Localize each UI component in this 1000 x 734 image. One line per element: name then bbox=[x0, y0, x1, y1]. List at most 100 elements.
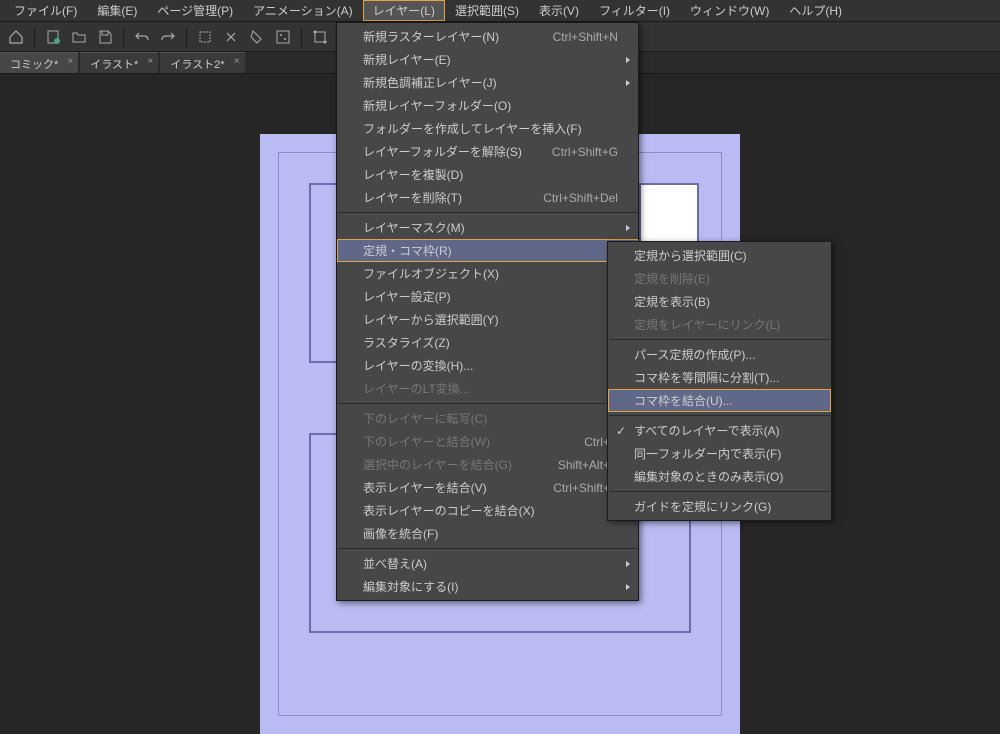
menubar: ファイル(F)編集(E)ページ管理(P)アニメーション(A)レイヤー(L)選択範… bbox=[0, 0, 1000, 22]
menu-item-label: 新規レイヤー(E) bbox=[363, 51, 451, 68]
menu-item[interactable]: レイヤーフォルダーを解除(S)Ctrl+Shift+G bbox=[337, 140, 638, 163]
menu-item[interactable]: レイヤーを複製(D) bbox=[337, 163, 638, 186]
menubar-item[interactable]: 編集(E) bbox=[87, 0, 147, 21]
menu-item-label: 編集対象にする(I) bbox=[363, 578, 458, 595]
menu-item-label: フォルダーを作成してレイヤーを挿入(F) bbox=[363, 120, 582, 137]
menu-separator bbox=[338, 548, 637, 549]
menu-item[interactable]: 表示レイヤーのコピーを結合(X) bbox=[337, 499, 638, 522]
menu-item-label: 表示レイヤーを結合(V) bbox=[363, 479, 487, 496]
menu-item[interactable]: ✓すべてのレイヤーで表示(A) bbox=[608, 419, 831, 442]
menu-item-label: 新規ラスターレイヤー(N) bbox=[363, 28, 499, 45]
save-icon[interactable] bbox=[93, 25, 117, 49]
menu-item[interactable]: レイヤーの変換(H)... bbox=[337, 354, 638, 377]
close-icon[interactable]: × bbox=[234, 56, 240, 67]
menu-item-label: 編集対象のときのみ表示(O) bbox=[634, 468, 783, 485]
menu-item-label: 同一フォルダー内で表示(F) bbox=[634, 445, 781, 462]
redo-icon[interactable] bbox=[156, 25, 180, 49]
menu-item[interactable]: 定規・コマ枠(R) bbox=[337, 239, 638, 262]
menu-item-label: 下のレイヤーと結合(W) bbox=[363, 433, 490, 450]
menu-item[interactable]: コマ枠を等間隔に分割(T)... bbox=[608, 366, 831, 389]
chevron-right-icon bbox=[624, 79, 632, 87]
close-icon[interactable]: × bbox=[67, 56, 73, 67]
menubar-item[interactable]: ウィンドウ(W) bbox=[680, 0, 779, 21]
menu-separator bbox=[609, 491, 830, 492]
undo-icon[interactable] bbox=[130, 25, 154, 49]
fill-icon[interactable] bbox=[245, 25, 269, 49]
chevron-right-icon bbox=[624, 583, 632, 591]
menu-separator bbox=[338, 403, 637, 404]
menu-item-label: 新規色調補正レイヤー(J) bbox=[363, 74, 497, 91]
menu-item-label: レイヤーの変換(H)... bbox=[363, 357, 473, 374]
menu-shortcut: Shift+Alt+E bbox=[528, 458, 618, 472]
menu-item: 選択中のレイヤーを結合(G) Shift+Alt+E bbox=[337, 453, 638, 476]
menu-item[interactable]: 表示レイヤーを結合(V) Ctrl+Shift+E bbox=[337, 476, 638, 499]
menu-item-label: レイヤーフォルダーを解除(S) bbox=[363, 143, 522, 160]
document-tab[interactable]: コミック*× bbox=[0, 52, 78, 73]
chevron-right-icon bbox=[624, 224, 632, 232]
menu-item[interactable]: 画像を統合(F) bbox=[337, 522, 638, 545]
menu-separator bbox=[609, 415, 830, 416]
home-icon[interactable] bbox=[4, 25, 28, 49]
pattern-icon[interactable] bbox=[271, 25, 295, 49]
document-tab[interactable]: イラスト2*× bbox=[160, 52, 244, 73]
menu-shortcut: Ctrl+Shift+Del bbox=[513, 191, 618, 205]
menu-item[interactable]: ガイドを定規にリンク(G) bbox=[608, 495, 831, 518]
menu-shortcut: Ctrl+Shift+G bbox=[522, 145, 618, 159]
menu-item: 定規をレイヤーにリンク(L) bbox=[608, 313, 831, 336]
menu-item[interactable]: 新規レイヤーフォルダー(O) bbox=[337, 94, 638, 117]
menubar-item[interactable]: アニメーション(A) bbox=[243, 0, 363, 21]
menu-item[interactable]: ラスタライズ(Z) bbox=[337, 331, 638, 354]
menu-item[interactable]: 編集対象にする(I) bbox=[337, 575, 638, 598]
menu-item-label: 画像を統合(F) bbox=[363, 525, 438, 542]
menu-item-label: 定規から選択範囲(C) bbox=[634, 247, 747, 264]
menu-item[interactable]: 定規を表示(B) bbox=[608, 290, 831, 313]
menubar-item[interactable]: フィルター(I) bbox=[589, 0, 680, 21]
menu-item[interactable]: 編集対象のときのみ表示(O) bbox=[608, 465, 831, 488]
menu-item-label: 定規をレイヤーにリンク(L) bbox=[634, 316, 780, 333]
menu-item[interactable]: コマ枠を結合(U)... bbox=[608, 389, 831, 412]
menu-item[interactable]: レイヤーを削除(T)Ctrl+Shift+Del bbox=[337, 186, 638, 209]
menu-item[interactable]: ファイルオブジェクト(X) bbox=[337, 262, 638, 285]
close-icon[interactable]: × bbox=[148, 56, 154, 67]
menu-item-label: レイヤーを複製(D) bbox=[363, 166, 463, 183]
menu-item-label: レイヤーのLT変換... bbox=[363, 380, 470, 397]
menu-item[interactable]: 同一フォルダー内で表示(F) bbox=[608, 442, 831, 465]
clear-icon[interactable] bbox=[219, 25, 243, 49]
chevron-right-icon bbox=[624, 560, 632, 568]
open-icon[interactable] bbox=[67, 25, 91, 49]
menubar-item[interactable]: ファイル(F) bbox=[4, 0, 87, 21]
menu-item-label: ラスタライズ(Z) bbox=[363, 334, 450, 351]
menubar-item[interactable]: 選択範囲(S) bbox=[445, 0, 529, 21]
menubar-item[interactable]: ヘルプ(H) bbox=[779, 0, 852, 21]
ruler-frame-submenu: 定規から選択範囲(C) 定規を削除(E) 定規を表示(B) 定規をレイヤーにリンク(L… bbox=[607, 241, 832, 521]
menu-item[interactable]: 新規色調補正レイヤー(J) bbox=[337, 71, 638, 94]
select-icon[interactable] bbox=[193, 25, 217, 49]
menu-item[interactable]: レイヤーから選択範囲(Y) bbox=[337, 308, 638, 331]
menu-item-label: 並べ替え(A) bbox=[363, 555, 427, 572]
menu-item[interactable]: 新規レイヤー(E) bbox=[337, 48, 638, 71]
document-tab[interactable]: イラスト*× bbox=[80, 52, 158, 73]
layer-menu-dropdown: 新規ラスターレイヤー(N) Ctrl+Shift+N 新規レイヤー(E) 新規色調補正… bbox=[336, 22, 639, 601]
transform-icon[interactable] bbox=[308, 25, 332, 49]
menu-shortcut: Ctrl+Shift+E bbox=[523, 481, 618, 495]
menu-item-label: 定規・コマ枠(R) bbox=[363, 242, 452, 259]
new-doc-icon[interactable] bbox=[41, 25, 65, 49]
menu-item[interactable]: フォルダーを作成してレイヤーを挿入(F) bbox=[337, 117, 638, 140]
menu-item-label: レイヤーから選択範囲(Y) bbox=[363, 311, 499, 328]
menu-item[interactable]: 新規ラスターレイヤー(N) Ctrl+Shift+N bbox=[337, 25, 638, 48]
menu-item[interactable]: 定規から選択範囲(C) bbox=[608, 244, 831, 267]
menu-item-label: レイヤーマスク(M) bbox=[363, 219, 465, 236]
menubar-item[interactable]: ページ管理(P) bbox=[147, 0, 243, 21]
menu-item[interactable]: パース定規の作成(P)... bbox=[608, 343, 831, 366]
menu-shortcut: Ctrl+Shift+N bbox=[523, 30, 618, 44]
menubar-item[interactable]: 表示(V) bbox=[529, 0, 589, 21]
menu-item[interactable]: レイヤーマスク(M) bbox=[337, 216, 638, 239]
menu-item-label: コマ枠を結合(U)... bbox=[634, 392, 733, 409]
menu-item-label: 選択中のレイヤーを結合(G) bbox=[363, 456, 512, 473]
menu-item-label: ファイルオブジェクト(X) bbox=[363, 265, 499, 282]
menubar-item[interactable]: レイヤー(L) bbox=[363, 0, 445, 21]
menu-item[interactable]: レイヤー設定(P) bbox=[337, 285, 638, 308]
menu-item[interactable]: 並べ替え(A) bbox=[337, 552, 638, 575]
menu-item-label: 定規を削除(E) bbox=[634, 270, 710, 287]
chevron-right-icon bbox=[624, 56, 632, 64]
